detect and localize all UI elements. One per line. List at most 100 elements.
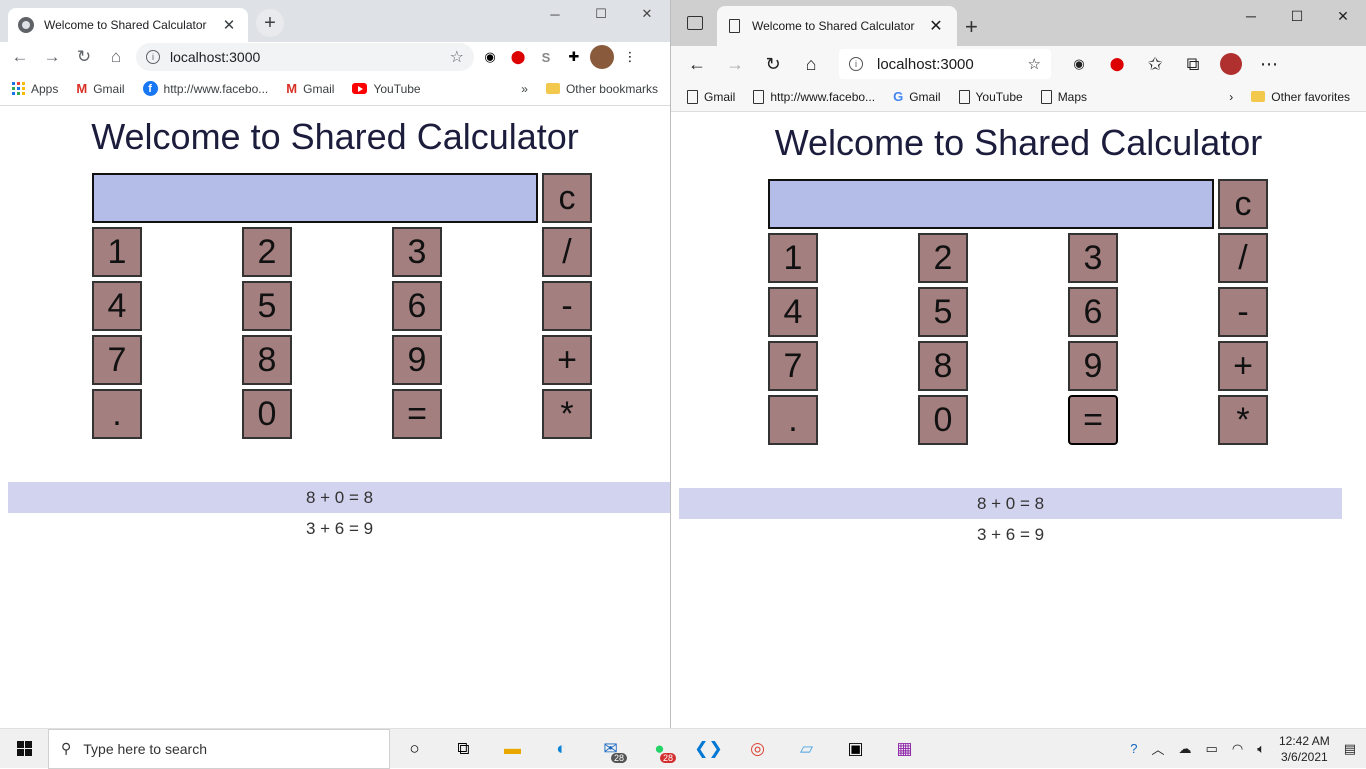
edge-tab[interactable]: Welcome to Shared Calculator ✕ [717, 6, 957, 46]
key-9[interactable]: 9 [1068, 341, 1118, 391]
key-6[interactable]: 6 [392, 281, 442, 331]
key-equals[interactable]: = [392, 389, 442, 439]
clock[interactable]: 12:42 AM 3/6/2021 [1279, 733, 1330, 765]
favorite-other[interactable]: Other favorites [1251, 90, 1350, 104]
edge-icon[interactable]: ◐ [537, 729, 586, 769]
key-divide[interactable]: / [542, 227, 592, 277]
calculator-display[interactable] [92, 173, 538, 223]
clear-button[interactable]: c [1218, 179, 1268, 229]
key-5[interactable]: 5 [242, 281, 292, 331]
opera-icon[interactable]: ⬤ [1101, 48, 1133, 80]
collections-icon[interactable]: ⧉ [1177, 48, 1209, 80]
new-tab-button[interactable]: + [256, 9, 284, 37]
favorite-facebook[interactable]: http://www.facebo... [753, 89, 875, 104]
key-0[interactable]: 0 [242, 389, 292, 439]
mail-icon[interactable]: ✉ 28 [586, 729, 635, 769]
extension-circle-icon[interactable]: ◉ [1063, 48, 1095, 80]
key-8[interactable]: 8 [918, 341, 968, 391]
minimize-icon[interactable]: ─ [532, 0, 578, 28]
bookmark-other[interactable]: Other bookmarks [545, 82, 658, 96]
bookmark-youtube[interactable]: YouTube [352, 82, 421, 96]
key-decimal[interactable]: . [92, 389, 142, 439]
avatar[interactable] [590, 45, 614, 69]
reload-icon[interactable]: ↻ [757, 48, 789, 80]
s-extension-icon[interactable]: S [534, 45, 558, 69]
chrome-tab[interactable]: Welcome to Shared Calculator ✕ [8, 8, 248, 42]
clear-button[interactable]: c [542, 173, 592, 223]
menu-icon[interactable]: ⋮ [618, 45, 642, 69]
key-add[interactable]: + [542, 335, 592, 385]
chrome-icon[interactable]: ◎ [733, 729, 782, 769]
home-icon[interactable]: ⌂ [102, 43, 130, 71]
favorite-gmail[interactable]: Gmail [687, 89, 735, 104]
avatar[interactable] [1215, 48, 1247, 80]
bookmark-gmail[interactable]: M Gmail [76, 81, 124, 96]
maximize-icon[interactable]: ☐ [578, 0, 624, 28]
favorite-gmail-2[interactable]: G Gmail [893, 89, 940, 104]
key-1[interactable]: 1 [768, 233, 818, 283]
info-icon[interactable]: i [146, 50, 160, 64]
close-window-icon[interactable]: ✕ [624, 0, 670, 28]
start-button[interactable] [0, 729, 48, 769]
taskbar-search[interactable]: ⚲ Type here to search [48, 728, 390, 769]
key-3[interactable]: 3 [392, 227, 442, 277]
key-equals[interactable]: = [1068, 395, 1118, 445]
key-8[interactable]: 8 [242, 335, 292, 385]
chevron-up-icon[interactable]: ︿ [1152, 739, 1165, 758]
back-icon[interactable]: ← [681, 48, 713, 80]
key-decimal[interactable]: . [768, 395, 818, 445]
key-7[interactable]: 7 [768, 341, 818, 391]
minimize-icon[interactable]: ─ [1228, 0, 1274, 32]
chevron-right-icon[interactable]: › [1229, 90, 1233, 104]
bookmark-facebook[interactable]: f http://www.facebo... [142, 81, 268, 96]
key-2[interactable]: 2 [918, 233, 968, 283]
opera-icon[interactable]: ⬤ [506, 45, 530, 69]
address-bar[interactable]: i localhost:3000 ☆ [839, 49, 1051, 79]
favorites-icon[interactable]: ✩ [1139, 48, 1171, 80]
help-icon[interactable]: ? [1130, 741, 1137, 756]
battery-icon[interactable]: ▭ [1206, 741, 1218, 757]
home-icon[interactable]: ⌂ [795, 48, 827, 80]
address-bar[interactable]: i localhost:3000 ☆ [136, 43, 474, 71]
close-window-icon[interactable]: ✕ [1320, 0, 1366, 32]
info-icon[interactable]: i [849, 57, 863, 71]
vscode-icon[interactable]: ❮❯ [684, 729, 733, 769]
bookmark-gmail-2[interactable]: M Gmail [286, 81, 334, 96]
key-multiply[interactable]: * [1218, 395, 1268, 445]
key-subtract[interactable]: - [542, 281, 592, 331]
bookmarks-overflow[interactable]: » [521, 82, 528, 96]
puzzle-icon[interactable]: ✚ [562, 45, 586, 69]
key-4[interactable]: 4 [768, 287, 818, 337]
key-multiply[interactable]: * [542, 389, 592, 439]
cortana-icon[interactable]: ○ [390, 729, 439, 769]
close-icon[interactable]: ✕ [927, 16, 945, 36]
winrar-icon[interactable]: ▦ [880, 729, 929, 769]
favorite-youtube[interactable]: YouTube [958, 89, 1023, 104]
file-explorer-icon[interactable]: ▬ [488, 729, 537, 769]
whatsapp-icon[interactable]: ● 28 [635, 729, 684, 769]
key-2[interactable]: 2 [242, 227, 292, 277]
forward-icon[interactable]: → [719, 48, 751, 80]
close-icon[interactable]: ✕ [220, 16, 238, 34]
key-subtract[interactable]: - [1218, 287, 1268, 337]
tab-actions-icon[interactable] [687, 16, 703, 30]
volume-icon[interactable]: 🔈︎ [1257, 741, 1265, 757]
new-tab-button[interactable]: + [965, 14, 978, 40]
maximize-icon[interactable]: ☐ [1274, 0, 1320, 32]
key-divide[interactable]: / [1218, 233, 1268, 283]
extension-circle-icon[interactable]: ◉ [478, 45, 502, 69]
wifi-icon[interactable]: ◠ [1232, 741, 1243, 757]
key-6[interactable]: 6 [1068, 287, 1118, 337]
favorite-maps[interactable]: Maps [1040, 89, 1087, 104]
key-5[interactable]: 5 [918, 287, 968, 337]
calculator-display[interactable] [768, 179, 1214, 229]
key-3[interactable]: 3 [1068, 233, 1118, 283]
key-add[interactable]: + [1218, 341, 1268, 391]
terminal-icon[interactable]: ▣ [831, 729, 880, 769]
key-1[interactable]: 1 [92, 227, 142, 277]
key-7[interactable]: 7 [92, 335, 142, 385]
add-favorite-icon[interactable]: ☆ [1028, 55, 1041, 73]
key-0[interactable]: 0 [918, 395, 968, 445]
notifications-icon[interactable]: ▤ [1344, 741, 1356, 757]
menu-icon[interactable]: ⋯ [1253, 48, 1285, 80]
